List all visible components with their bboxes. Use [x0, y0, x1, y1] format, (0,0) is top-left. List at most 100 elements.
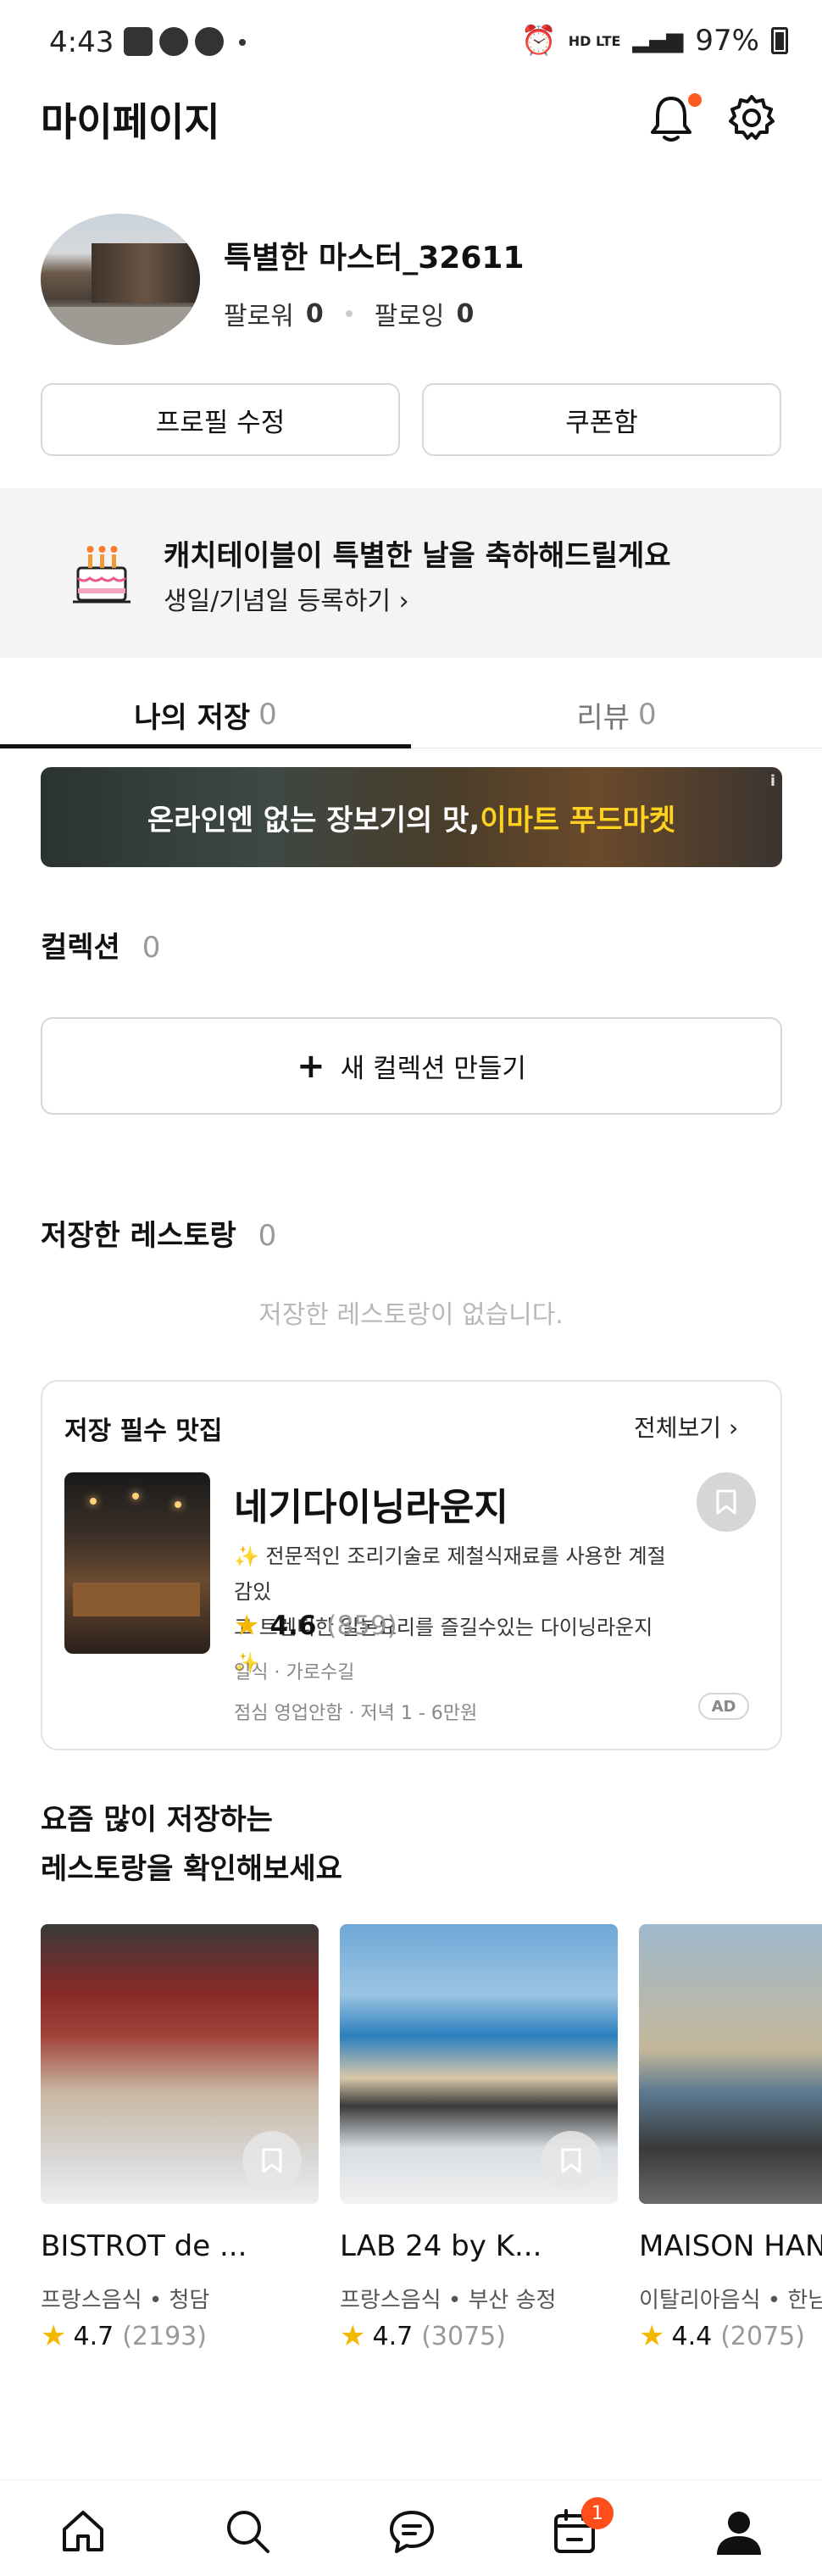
- tab-my-saved-count: 0: [258, 698, 277, 732]
- restaurant-name[interactable]: 네기다이닝라운지: [234, 1477, 508, 1531]
- restaurant-card-subtitle: 프랑스음식 • 청담: [41, 2288, 210, 2313]
- bookmark-button[interactable]: [697, 1472, 756, 1532]
- collection-title-label: 컬렉션: [41, 931, 120, 965]
- ad-banner-highlight: 이마트 푸드마켓: [480, 803, 676, 837]
- talk-icon: [159, 27, 188, 56]
- new-collection-label: 새 컬렉션 만들기: [340, 1054, 526, 1084]
- battery-icon: [771, 27, 788, 54]
- recommend-title-line: 요즘 많이 저장하는: [41, 1803, 273, 1837]
- restaurant-card-subtitle: 프랑스음식 • 부산 송정: [340, 2288, 557, 2313]
- tab-active-indicator: [0, 744, 411, 748]
- more-notifications-icon: [239, 39, 246, 46]
- status-right: ⏰ HD LTE ▂▄▆ 97%: [520, 24, 788, 58]
- battery-percent: 97%: [695, 24, 759, 58]
- ad-info-icon[interactable]: i: [770, 772, 775, 790]
- avatar-building: [92, 243, 200, 303]
- coupon-box-button[interactable]: 쿠폰함: [422, 383, 781, 456]
- restaurant-card-rating: ★ 4.7 (2193): [41, 2319, 207, 2353]
- w-app-icon: [195, 27, 224, 56]
- following-count[interactable]: 0: [457, 299, 475, 329]
- recommend-title-line: 레스토랑을 확인해보세요: [41, 1852, 342, 1886]
- view-all-link[interactable]: 전체보기 ›: [634, 1410, 738, 1444]
- restaurant-card-name[interactable]: BISTROT de ...: [41, 2229, 247, 2263]
- profile-icon[interactable]: [714, 2506, 764, 2557]
- avatar[interactable]: [41, 214, 200, 345]
- signal-icon: ▂▄▆: [632, 28, 684, 53]
- restaurant-description-line: ✨ 전문적인 조리기술로 제철식재료를 사용한 계절감있: [234, 1544, 666, 1604]
- following-label[interactable]: 팔로잉: [375, 295, 445, 332]
- username: 특별한 마스터_32611: [224, 241, 525, 275]
- empty-saved-message: 저장한 레스토랑이 없습니다.: [258, 1300, 564, 1330]
- restaurant-rating: ★ 4.6 (859): [234, 1609, 397, 1643]
- search-icon[interactable]: [222, 2506, 273, 2557]
- restaurant-card-rating: ★ 4.7 (3075): [340, 2319, 506, 2353]
- tab-reviews[interactable]: 리뷰 0: [411, 685, 822, 744]
- restaurant-card-subtitle: 이탈리아음식 • 한남: [639, 2288, 822, 2313]
- ad-banner[interactable]: 온라인엔 없는 장보기의 맛, 이마트 푸드마켓 i: [41, 767, 782, 867]
- review-count: (859): [326, 1611, 397, 1641]
- saved-restaurants-count: 0: [258, 1219, 277, 1253]
- plus-icon: +: [297, 1046, 325, 1086]
- restaurant-card-image[interactable]: [639, 1924, 822, 2204]
- tab-reviews-count: 0: [637, 698, 657, 732]
- edit-profile-button[interactable]: 프로필 수정: [41, 383, 400, 456]
- star-icon: ★: [41, 2319, 67, 2353]
- chat-icon[interactable]: [386, 2506, 437, 2557]
- status-time: 4:43: [49, 25, 114, 59]
- bookmark-icon: [716, 1489, 736, 1515]
- tab-my-saved-label: 나의 저장: [134, 700, 251, 735]
- restaurant-thumbnail[interactable]: [64, 1472, 210, 1654]
- lamp-light: [132, 1493, 139, 1499]
- restaurant-category: 일식 · 가로수길: [234, 1662, 355, 1683]
- network-label: HD LTE: [568, 32, 621, 49]
- collection-title: 컬렉션 0: [41, 924, 160, 965]
- star-icon: ★: [639, 2319, 665, 2353]
- restaurant-card-name[interactable]: MAISON HAN: [639, 2229, 822, 2263]
- bookmark-button[interactable]: [242, 2131, 302, 2190]
- notification-dot: [688, 93, 702, 107]
- new-collection-button[interactable]: + 새 컬렉션 만들기: [41, 1017, 782, 1115]
- rating-value: 4.7: [73, 2321, 114, 2351]
- bookmark-icon: [561, 2148, 581, 2173]
- bar-counter: [73, 1583, 200, 1616]
- restaurant-card-name[interactable]: LAB 24 by K...: [340, 2229, 542, 2263]
- rating-value: 4.6: [269, 1611, 317, 1641]
- followers-count[interactable]: 0: [306, 299, 324, 329]
- must-save-title: 저장 필수 맛집: [64, 1416, 223, 1446]
- star-icon: ★: [234, 1609, 260, 1643]
- rating-value: 4.4: [671, 2321, 713, 2351]
- bookmark-icon: [262, 2148, 282, 2173]
- cake-icon: [73, 546, 131, 604]
- restaurant-hours-price: 점심 영업안함 · 저녁 1 - 6만원: [234, 1703, 478, 1724]
- review-count: (2075): [720, 2321, 805, 2351]
- restaurant-card-rating: ★ 4.4 (2075): [639, 2319, 822, 2353]
- ad-badge: AD: [698, 1693, 749, 1720]
- recommend-title: 요즘 많이 저장하는 레스토랑을 확인해보세요: [41, 1795, 342, 1894]
- review-count: (2193): [122, 2321, 207, 2351]
- gear-icon[interactable]: [727, 93, 776, 142]
- reservation-badge: 1: [581, 2497, 614, 2529]
- home-icon[interactable]: [58, 2506, 108, 2557]
- status-bar: 4:43 ⏰ HD LTE ▂▄▆ 97%: [0, 0, 822, 89]
- saved-restaurants-label: 저장한 레스토랑: [41, 1219, 236, 1253]
- review-count: (3075): [421, 2321, 506, 2351]
- divider-dot: [345, 310, 353, 317]
- lamp-light: [90, 1498, 97, 1505]
- alarm-icon: ⏰: [520, 24, 557, 58]
- lamp-light: [175, 1501, 181, 1508]
- birthday-banner-title: 캐치테이블이 특별한 날을 축하해드릴게요: [164, 539, 671, 573]
- collection-count: 0: [142, 931, 161, 965]
- bookmark-button[interactable]: [542, 2131, 601, 2190]
- rating-value: 4.7: [372, 2321, 414, 2351]
- gallery-icon: [124, 27, 153, 56]
- avatar-street: [41, 307, 200, 345]
- saved-restaurants-title: 저장한 레스토랑 0: [41, 1212, 276, 1254]
- followers-label[interactable]: 팔로워: [224, 295, 294, 332]
- ad-banner-text: 온라인엔 없는 장보기의 맛,: [147, 803, 480, 837]
- register-anniversary-link[interactable]: 생일/기념일 등록하기 ›: [164, 580, 409, 617]
- star-icon: ★: [340, 2319, 366, 2353]
- follow-stats: 팔로워 0 팔로잉 0: [224, 295, 474, 332]
- tab-my-saved[interactable]: 나의 저장 0: [0, 685, 411, 744]
- tab-reviews-label: 리뷰: [576, 700, 630, 735]
- page-title: 마이페이지: [41, 99, 220, 145]
